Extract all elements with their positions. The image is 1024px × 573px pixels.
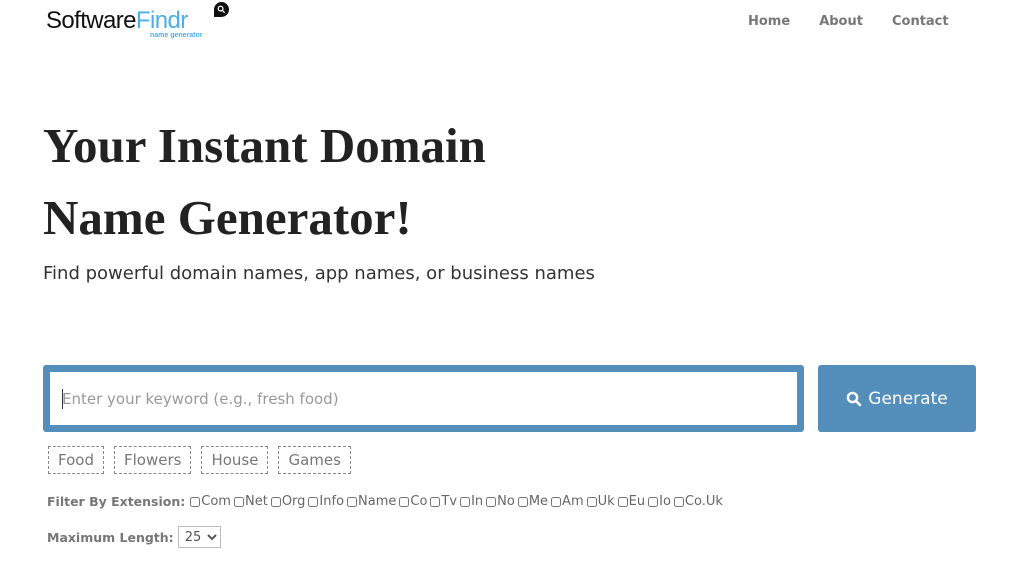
logo-findr: Findr: [135, 7, 188, 34]
text-caret: [62, 389, 63, 409]
ext-org[interactable]: Org: [270, 494, 306, 509]
ext-checkbox[interactable]: [347, 496, 358, 507]
ext-info[interactable]: Info: [308, 494, 344, 509]
main-nav: Home About Contact: [748, 14, 978, 29]
max-length-control: Maximum Length: 25: [47, 526, 221, 548]
ext-checkbox[interactable]: [430, 496, 441, 507]
site-header: SoftwareFindr name generator Home About …: [0, 0, 1024, 50]
ext-checkbox[interactable]: [190, 496, 201, 507]
nav-contact[interactable]: Contact: [892, 14, 949, 29]
ext-uk[interactable]: Uk: [586, 494, 615, 509]
ext-checkbox[interactable]: [399, 496, 410, 507]
suggestion-tag-house[interactable]: House: [201, 446, 269, 474]
ext-label: Co.Uk: [684, 494, 723, 509]
logo-tagline: name generator: [150, 32, 203, 39]
keyword-input[interactable]: [50, 372, 797, 425]
ext-checkbox[interactable]: [617, 496, 628, 507]
ext-checkbox[interactable]: [270, 496, 281, 507]
ext-checkbox[interactable]: [673, 496, 684, 507]
hero-title-line2: Name Generator!: [43, 190, 412, 245]
ext-label: Net: [244, 494, 268, 509]
ext-name[interactable]: Name: [347, 494, 396, 509]
filter-label: Filter By Extension:: [47, 494, 186, 509]
ext-label: Com: [201, 494, 231, 509]
suggestion-tags: Food Flowers House Games: [48, 446, 361, 474]
ext-co[interactable]: Co: [399, 494, 427, 509]
ext-label: Am: [562, 494, 584, 509]
ext-checkbox[interactable]: [586, 496, 597, 507]
ext-am[interactable]: Am: [551, 494, 584, 509]
ext-checkbox[interactable]: [460, 496, 471, 507]
ext-label: In: [471, 494, 484, 509]
ext-label: No: [497, 494, 515, 509]
ext-com[interactable]: Com: [190, 494, 231, 509]
logo-text: SoftwareFindr: [46, 7, 188, 34]
logo-software: Software: [46, 7, 137, 34]
ext-no[interactable]: No: [486, 494, 515, 509]
hero-title: Your Instant Domain Name Generator!: [43, 110, 486, 254]
ext-co-uk[interactable]: Co.Uk: [673, 494, 723, 509]
extension-filter: Filter By Extension: Com Net Org Info Na…: [47, 494, 726, 509]
ext-label: Uk: [597, 494, 615, 509]
ext-me[interactable]: Me: [517, 494, 549, 509]
logo[interactable]: SoftwareFindr name generator: [46, 2, 229, 46]
ext-label: Info: [319, 494, 345, 509]
ext-label: Io: [659, 494, 671, 509]
generate-button-label: Generate: [868, 388, 948, 409]
chat-search-bubble-icon: [214, 2, 229, 17]
ext-checkbox[interactable]: [648, 496, 659, 507]
ext-checkbox[interactable]: [486, 496, 497, 507]
ext-tv[interactable]: Tv: [430, 494, 457, 509]
ext-label: Name: [358, 494, 397, 509]
ext-net[interactable]: Net: [233, 494, 268, 509]
generate-button[interactable]: Generate: [818, 365, 976, 432]
ext-checkbox[interactable]: [308, 496, 319, 507]
ext-label: Me: [528, 494, 549, 509]
suggestion-tag-games[interactable]: Games: [278, 446, 351, 474]
ext-label: Eu: [628, 494, 646, 509]
suggestion-tag-flowers[interactable]: Flowers: [113, 446, 192, 474]
ext-label: Tv: [441, 494, 458, 509]
keyword-search-box: [43, 365, 804, 432]
ext-checkbox[interactable]: [233, 496, 244, 507]
ext-checkbox[interactable]: [517, 496, 528, 507]
nav-home[interactable]: Home: [748, 14, 790, 29]
nav-about[interactable]: About: [819, 14, 863, 29]
hero-subtitle: Find powerful domain names, app names, o…: [43, 263, 595, 284]
ext-label: Co: [410, 494, 428, 509]
hero-title-line1: Your Instant Domain: [43, 118, 486, 173]
max-length-select[interactable]: 25: [177, 526, 221, 548]
suggestion-tag-food[interactable]: Food: [48, 446, 104, 474]
max-length-label: Maximum Length:: [47, 529, 174, 545]
search-icon: [846, 391, 862, 406]
ext-io[interactable]: Io: [648, 494, 671, 509]
ext-checkbox[interactable]: [551, 496, 562, 507]
ext-label: Org: [281, 494, 306, 509]
ext-in[interactable]: In: [460, 494, 483, 509]
ext-eu[interactable]: Eu: [617, 494, 646, 509]
